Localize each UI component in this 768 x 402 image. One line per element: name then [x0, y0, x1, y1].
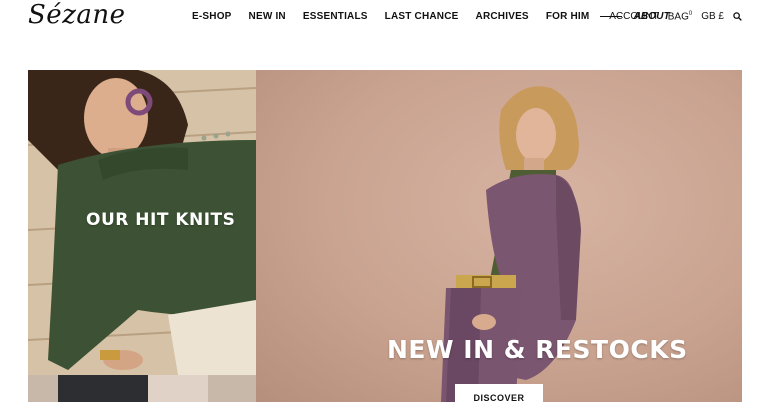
nav-item-archives[interactable]: ARCHIVES [476, 11, 529, 22]
brand-logo[interactable]: Sézane [28, 0, 126, 30]
utility-nav: ACCOUNT BAG0 GB £ [609, 11, 742, 22]
nav-item-e-shop[interactable]: E-SHOP [192, 11, 232, 22]
banner-new-in-restocks[interactable]: NEW IN & RESTOCKS DISCOVER [256, 70, 742, 402]
nav-item-new-in[interactable]: NEW IN [249, 11, 286, 22]
bag-label: BAG [667, 11, 689, 23]
bag-link[interactable]: BAG0 [668, 11, 692, 22]
discover-button[interactable]: DISCOVER [455, 384, 543, 402]
account-link[interactable]: ACCOUNT [609, 11, 658, 22]
banner-title-hit-knits[interactable]: OUR HIT KNITS [86, 210, 235, 230]
banner-hit-knits[interactable]: OUR HIT KNITS [28, 70, 256, 402]
search-icon[interactable] [733, 12, 742, 22]
site-header: Sézane E-SHOP NEW IN ESSENTIALS LAST CHA… [0, 0, 768, 36]
banner-hit-knits-image [28, 70, 256, 402]
main-nav: E-SHOP NEW IN ESSENTIALS LAST CHANCE ARC… [192, 11, 670, 22]
nav-item-last-chance[interactable]: LAST CHANCE [385, 11, 459, 22]
banner-title-new-in-restocks[interactable]: NEW IN & RESTOCKS [387, 335, 688, 364]
nav-item-for-him[interactable]: FOR HIM [546, 11, 590, 22]
nav-item-essentials[interactable]: ESSENTIALS [303, 11, 368, 22]
bag-count: 0 [688, 11, 693, 17]
region-selector[interactable]: GB £ [701, 11, 724, 22]
